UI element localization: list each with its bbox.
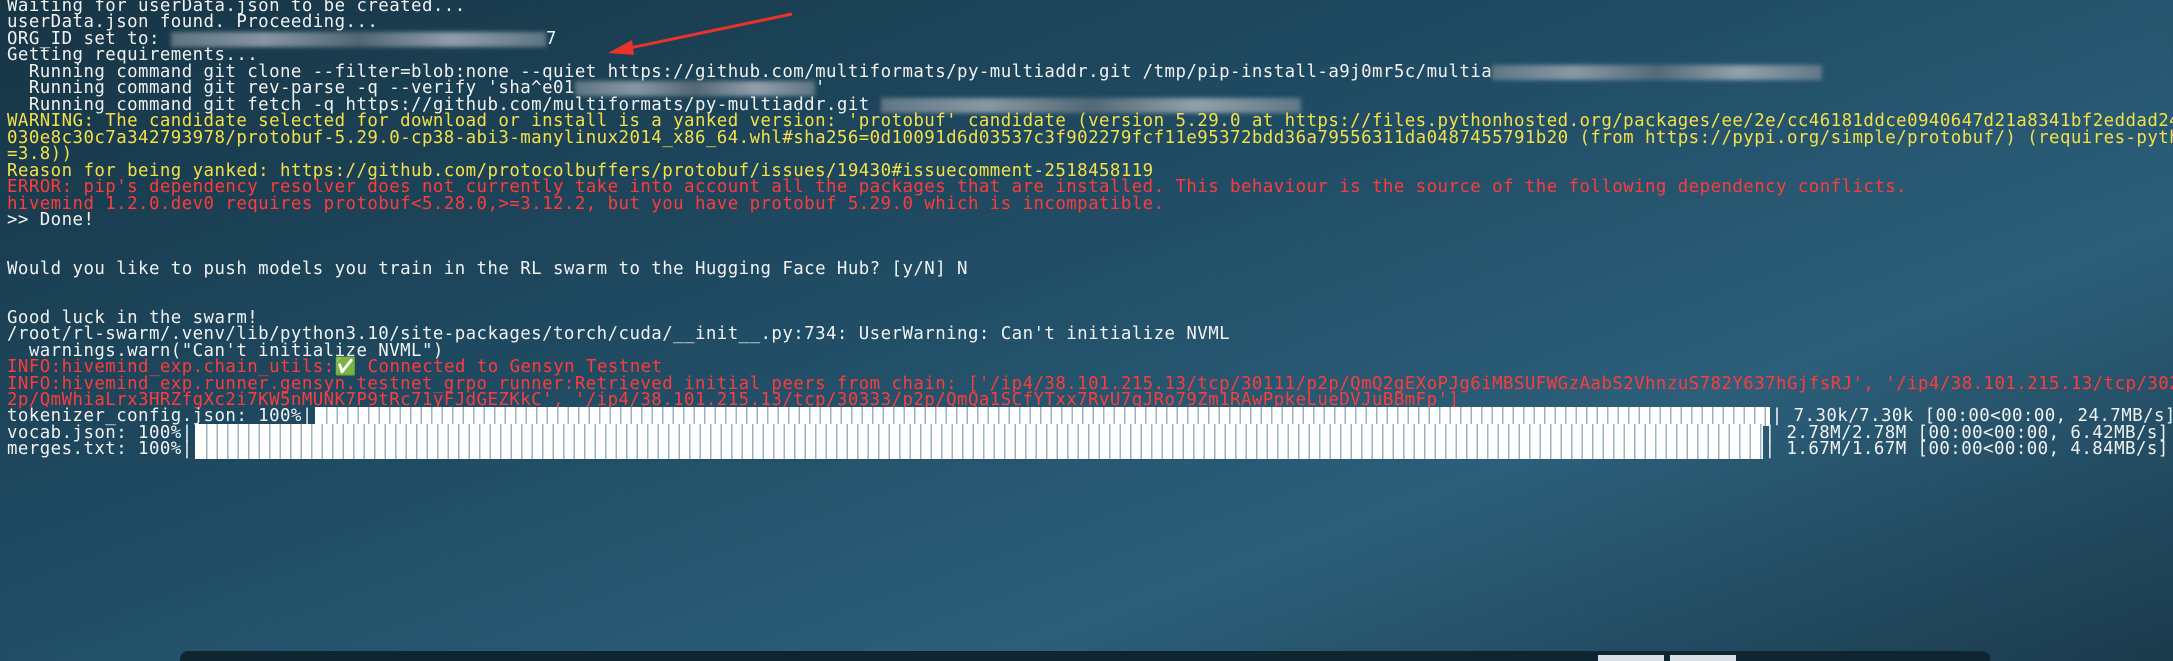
progress-label: merges.txt: 100%|: [7, 439, 193, 459]
terminal-line: >> Done!: [7, 210, 95, 230]
prompt-line: Would you like to push models you train …: [7, 259, 968, 279]
taskbar-tab[interactable]: [1670, 655, 1736, 661]
progress-stats: | 1.67M/1.67M [00:00<00:00, 4.84MB/s]: [1764, 439, 2169, 459]
arrow-shaft: [619, 12, 793, 52]
terminal-output[interactable]: Waiting for userData.json to be created.…: [0, 0, 2173, 661]
error-line: hivemind 1.2.0.dev0 requires protobuf<5.…: [7, 194, 1165, 214]
redacted-text: [1492, 64, 1823, 80]
arrow-head: [608, 40, 634, 55]
warning-line: 030e8c30c7a342793978/protobuf-5.29.0-cp3…: [7, 128, 2173, 148]
taskbar-tab[interactable]: [1598, 655, 1664, 661]
progress-bar: [194, 439, 1763, 459]
red-arrow-annotation: [608, 12, 793, 55]
progress-row: merges.txt: 100%| | 1.67M/1.67M [00:00<00…: [7, 438, 2169, 461]
